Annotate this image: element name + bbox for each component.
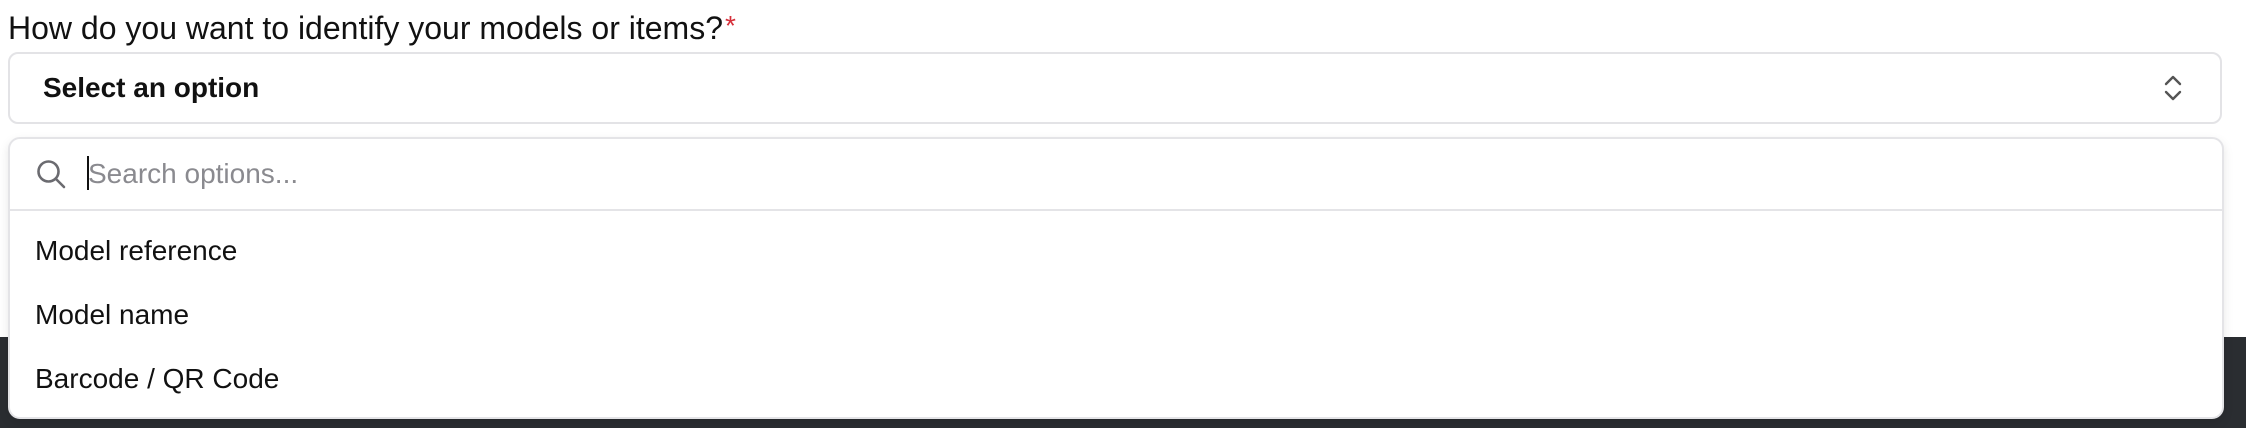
- field-label-text: How do you want to identify your models …: [8, 9, 723, 46]
- options-dropdown: Model reference Model name Barcode / QR …: [8, 137, 2224, 419]
- option-model-reference[interactable]: Model reference: [10, 219, 2222, 283]
- text-caret: [87, 156, 89, 190]
- search-row: [10, 139, 2222, 211]
- options-list: Model reference Model name Barcode / QR …: [10, 211, 2222, 411]
- option-model-name[interactable]: Model name: [10, 283, 2222, 347]
- search-input[interactable]: [82, 151, 2188, 197]
- field-label: How do you want to identify your models …: [8, 8, 736, 48]
- identification-method-select[interactable]: Select an option: [8, 52, 2222, 124]
- option-barcode-qr-code[interactable]: Barcode / QR Code: [10, 347, 2222, 411]
- search-icon: [37, 160, 66, 189]
- required-indicator: *: [725, 10, 736, 41]
- select-value: Select an option: [43, 72, 260, 103]
- chevron-up-down-icon: [2164, 75, 2182, 101]
